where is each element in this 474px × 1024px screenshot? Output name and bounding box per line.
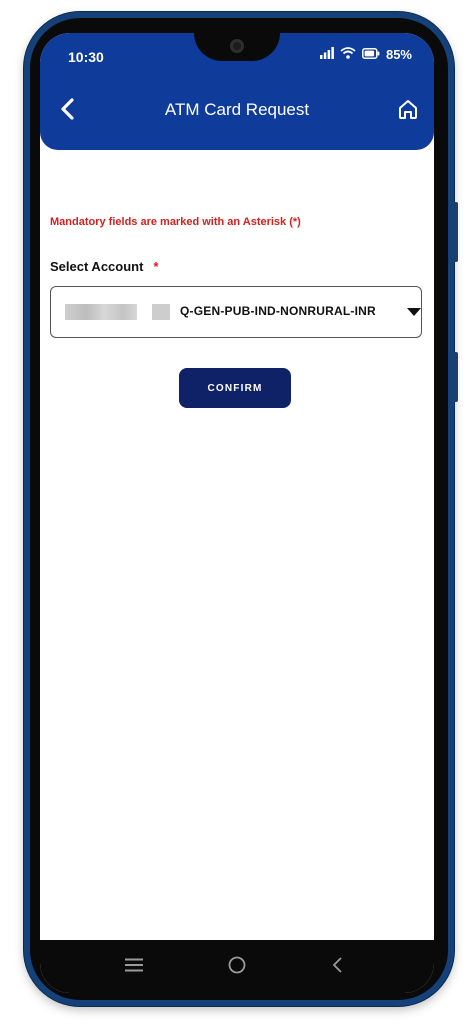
menu-icon <box>125 958 143 977</box>
required-asterisk: * <box>153 259 159 274</box>
front-camera <box>230 39 244 53</box>
system-back-button[interactable] <box>322 952 352 982</box>
home-circle-icon <box>228 956 246 979</box>
screen: 10:30 85% ATM Card Request Mandatory fie… <box>40 33 434 993</box>
app-header: ATM Card Request <box>40 78 434 150</box>
recent-apps-button[interactable] <box>119 952 149 982</box>
volume-button <box>454 202 458 262</box>
confirm-button[interactable]: CONFIRM <box>179 368 291 408</box>
account-value: Q-GEN-PUB-IND-NONRURAL-INR <box>180 304 376 318</box>
home-button[interactable] <box>392 95 424 127</box>
power-button <box>454 352 458 402</box>
masked-account-number <box>65 304 137 320</box>
system-home-button[interactable] <box>222 952 252 982</box>
home-icon <box>397 98 419 125</box>
status-time: 10:30 <box>68 49 104 65</box>
battery-percent: 85% <box>385 47 412 62</box>
status-indicators: 85% <box>319 47 412 62</box>
back-icon <box>331 956 343 979</box>
page-title: ATM Card Request <box>164 100 310 119</box>
mandatory-note: Mandatory fields are marked with an Aste… <box>50 216 301 228</box>
caret-down-icon <box>407 305 421 319</box>
wifi-icon <box>340 47 356 62</box>
account-select[interactable]: Q-GEN-PUB-IND-NONRURAL-INR <box>50 286 422 338</box>
select-account-label-text: Select Account <box>50 259 144 274</box>
system-nav-bar <box>40 940 434 993</box>
status-bar: 10:30 85% <box>40 33 434 78</box>
battery-icon <box>362 47 380 62</box>
signal-icon <box>319 47 334 62</box>
masked-account-suffix <box>152 304 170 320</box>
select-account-label: Select Account * <box>50 259 159 274</box>
